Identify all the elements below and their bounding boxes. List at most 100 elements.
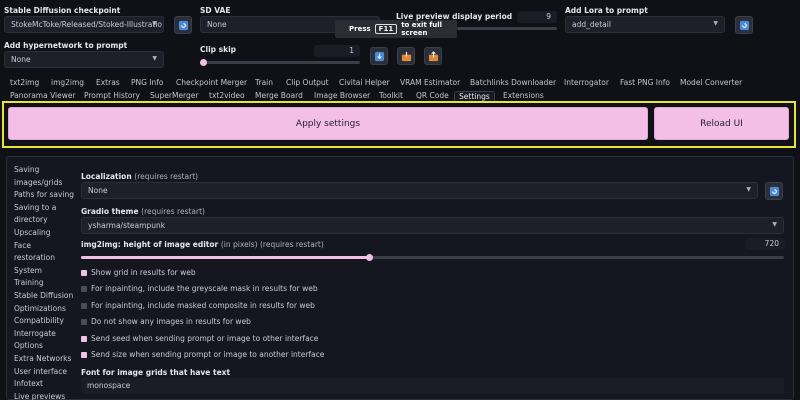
checkbox[interactable] xyxy=(81,286,87,293)
tab-img2img[interactable]: img2img xyxy=(51,78,84,87)
fullscreen-text: to exit full screen xyxy=(401,21,443,37)
preview-label: Live preview display period xyxy=(396,12,513,21)
sidebar-item[interactable]: Face xyxy=(14,240,31,252)
tab-clip-output[interactable]: Clip Output xyxy=(286,78,329,87)
sidebar-item[interactable]: Interrogate xyxy=(14,328,56,340)
tab-extensions[interactable]: Extensions xyxy=(503,91,544,100)
tab-image-browser[interactable]: Image Browser xyxy=(314,91,370,100)
img2img-title: img2img: height of image editor xyxy=(81,240,219,249)
sidebar-item[interactable]: restoration xyxy=(14,252,55,264)
chevron-down-icon: ▼ xyxy=(713,20,718,27)
checkbox[interactable] xyxy=(81,319,87,326)
font-input[interactable]: monospace xyxy=(81,378,784,394)
tab-txt2video[interactable]: txt2video xyxy=(209,91,245,100)
sidebar-item[interactable]: Stable Diffusion xyxy=(14,290,73,302)
sidebar-item[interactable]: Live previews xyxy=(14,391,65,400)
gradio-select[interactable]: ysharma/steampunk ▼ xyxy=(81,217,784,234)
tab-vram-estimator[interactable]: VRAM Estimator xyxy=(400,78,460,87)
sidebar-item[interactable]: Training xyxy=(14,277,44,289)
img2img-label: img2img: height of image editor (in pixe… xyxy=(81,240,324,249)
sidebar-item[interactable]: Extra Networks xyxy=(14,353,71,365)
tab-fast-png-info[interactable]: Fast PNG Info xyxy=(620,78,670,87)
checkbox-label: Send seed when sending prompt or image t… xyxy=(91,333,319,343)
checkbox-label: For inpainting, include masked composite… xyxy=(91,300,315,310)
tab-png-info[interactable]: PNG Info xyxy=(131,78,164,87)
tab-supermerger[interactable]: SuperMerger xyxy=(150,91,198,100)
sidebar-item[interactable]: User interface xyxy=(14,366,67,378)
refresh-checkpoint-button[interactable] xyxy=(174,16,192,34)
sidebar-item[interactable]: directory xyxy=(14,214,48,226)
tab-prompt-history[interactable]: Prompt History xyxy=(84,91,140,100)
sidebar-item[interactable]: System xyxy=(14,265,42,277)
gradio-title: Gradio theme xyxy=(81,207,139,216)
sidebar-item[interactable]: Upscaling xyxy=(14,227,51,239)
clip-button-2[interactable] xyxy=(397,47,415,65)
tab-interrogator[interactable]: Interrogator xyxy=(564,78,609,87)
clip-skip-input[interactable]: 1 xyxy=(314,45,360,57)
checkbox[interactable] xyxy=(81,352,87,358)
chevron-down-icon: ▼ xyxy=(152,55,157,62)
clip-skip-label: Clip skip xyxy=(200,45,237,54)
sidebar-item[interactable]: Saving to a xyxy=(14,202,56,214)
tab-checkpoint-merger[interactable]: Checkpoint Merger xyxy=(176,78,247,87)
checkpoint-select[interactable]: StokeMcToke/Released/Stoked-Illustratio … xyxy=(4,16,164,33)
tab-settings[interactable]: Settings xyxy=(454,91,495,101)
checkpoint-label: Stable Diffusion checkpoint xyxy=(4,6,121,15)
tab-model-converter[interactable]: Model Converter xyxy=(680,78,742,87)
clip-skip-thumb[interactable] xyxy=(200,59,207,66)
sidebar-item[interactable]: Infotext xyxy=(14,378,43,390)
fullscreen-press: Press xyxy=(349,25,371,33)
hypernet-value: None xyxy=(11,55,31,64)
hypernet-select[interactable]: None ▼ xyxy=(4,51,164,68)
img2img-height-slider[interactable] xyxy=(81,254,784,261)
hypernet-label: Add hypernetwork to prompt xyxy=(4,41,128,50)
apply-settings-button[interactable]: Apply settings xyxy=(8,107,648,140)
localization-title: Localization xyxy=(81,172,132,181)
tab-civitai-helper[interactable]: Civitai Helper xyxy=(339,78,390,87)
tab-train[interactable]: Train xyxy=(255,78,273,87)
sidebar-item[interactable]: Optimizations xyxy=(14,303,66,315)
localization-value: None xyxy=(88,186,108,195)
preview-slider[interactable] xyxy=(457,27,557,30)
save-icon xyxy=(401,51,411,61)
vae-value: None xyxy=(207,20,227,29)
checkbox-label: Do not show any images in results for we… xyxy=(91,317,251,327)
clip-skip-slider[interactable] xyxy=(200,59,360,66)
tab-batchlinks-downloader[interactable]: Batchlinks Downloader xyxy=(470,78,556,87)
checkbox[interactable] xyxy=(81,302,87,309)
lora-select[interactable]: add_detail ▼ xyxy=(565,16,725,33)
tab-toolkit[interactable]: Toolkit xyxy=(379,91,403,100)
checkpoint-value: StokeMcToke/Released/Stoked-Illustratio xyxy=(11,20,162,29)
tab-extras[interactable]: Extras xyxy=(96,78,120,87)
img2img-slider-fill xyxy=(81,256,370,259)
preview-input[interactable]: 9 xyxy=(517,11,557,23)
localization-label: Localization (requires restart) xyxy=(81,172,198,181)
reload-ui-button[interactable]: Reload UI xyxy=(654,107,789,140)
refresh-icon xyxy=(178,20,188,30)
sidebar-item[interactable]: Options xyxy=(14,340,43,352)
upload-icon xyxy=(428,50,438,61)
download-icon xyxy=(374,51,384,61)
checkbox[interactable] xyxy=(81,270,87,276)
sidebar-item[interactable]: images/grids xyxy=(14,177,62,189)
sidebar-item[interactable]: Saving xyxy=(14,164,39,176)
gradio-note: (requires restart) xyxy=(141,207,205,216)
gradio-value: ysharma/steampunk xyxy=(88,221,166,230)
chevron-down-icon: ▼ xyxy=(746,186,751,193)
refresh-localization-button[interactable] xyxy=(765,182,783,200)
clip-button-1[interactable] xyxy=(370,47,388,65)
sidebar-item[interactable]: Paths for saving xyxy=(14,189,74,201)
img2img-height-input[interactable]: 720 xyxy=(745,238,785,250)
sidebar-item[interactable]: Compatibility xyxy=(14,315,64,327)
localization-note: (requires restart) xyxy=(134,172,199,181)
tab-panorama-viewer[interactable]: Panorama Viewer xyxy=(10,91,76,100)
checkbox-label: For inpainting, include the greyscale ma… xyxy=(91,284,318,294)
tab-merge-board[interactable]: Merge Board xyxy=(255,91,303,100)
refresh-lora-button[interactable] xyxy=(735,16,753,34)
clip-button-3[interactable] xyxy=(424,47,442,65)
tab-txt2img[interactable]: txt2img xyxy=(10,78,39,87)
localization-select[interactable]: None ▼ xyxy=(81,182,758,199)
tab-qr-code[interactable]: QR Code xyxy=(416,91,449,100)
checkbox[interactable] xyxy=(81,335,87,342)
fullscreen-notice: Press F11 to exit full screen xyxy=(335,20,457,38)
